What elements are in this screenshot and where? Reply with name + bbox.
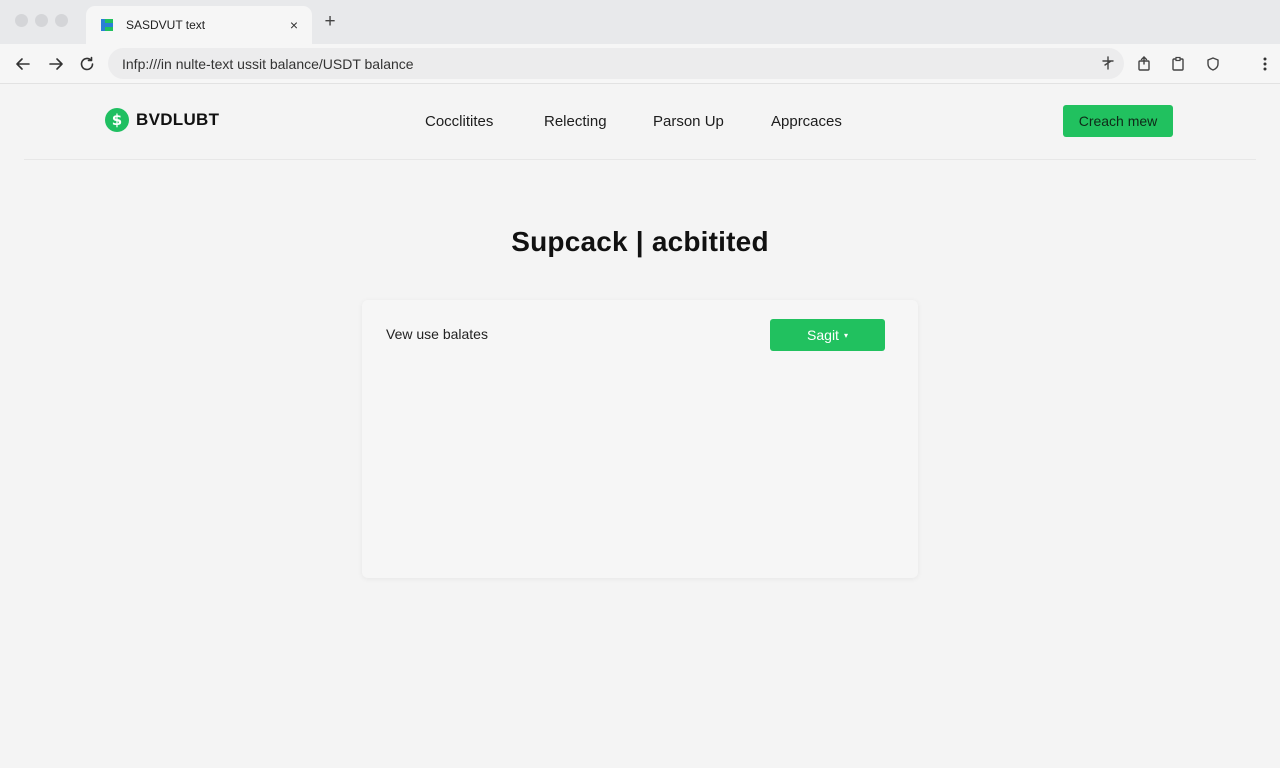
shield-icon[interactable] — [1204, 55, 1222, 73]
balance-card: Vew use balates Sagit ▾ — [362, 300, 918, 578]
share-icon[interactable] — [1135, 55, 1153, 73]
nav-link-1[interactable]: Cocclitites — [425, 113, 493, 130]
reload-icon[interactable] — [76, 53, 98, 75]
logo-text: BVDLUBT — [136, 110, 220, 129]
nav-link-4[interactable]: Apprсaces — [771, 113, 842, 130]
site-favicon-icon — [100, 18, 114, 32]
select-button-label: Sagit — [807, 327, 839, 343]
new-tab-icon[interactable]: + — [320, 12, 340, 32]
window-maximize-dot[interactable] — [55, 14, 68, 27]
nav-link-3[interactable]: Parson Up — [653, 113, 724, 130]
address-bar[interactable]: Infp:///in nulte-text ussit balance/USDT… — [108, 48, 1124, 79]
browser-tab[interactable]: SASDVUT text × — [86, 6, 312, 44]
translate-icon[interactable] — [1100, 55, 1116, 76]
back-arrow-icon[interactable] — [12, 53, 34, 75]
create-new-button[interactable]: Creach mew — [1063, 105, 1173, 137]
window-close-dot[interactable] — [15, 14, 28, 27]
browser-toolbar: Infp:///in nulte-text ussit balance/USDT… — [0, 44, 1280, 84]
page-title: Supcack | acbitited — [511, 226, 769, 257]
forward-arrow-icon[interactable] — [45, 53, 67, 75]
balance-label: Vew use balates — [386, 326, 488, 342]
more-menu-icon[interactable] — [1256, 55, 1274, 73]
clipboard-icon[interactable] — [1169, 55, 1187, 73]
chevron-down-icon: ▾ — [843, 330, 848, 340]
select-dropdown-button[interactable]: Sagit ▾ — [770, 319, 885, 351]
dollar-logo-icon: $ — [105, 108, 129, 132]
browser-tabbar: SASDVUT text × + — [0, 0, 1280, 44]
site-logo[interactable]: $ BVDLUBT — [105, 108, 219, 132]
nav-link-2[interactable]: Relecting — [544, 113, 607, 130]
window-minimize-dot[interactable] — [35, 14, 48, 27]
tab-close-icon[interactable]: × — [286, 17, 302, 33]
tab-title: SASDVUT text — [126, 18, 206, 32]
site-header: $ BVDLUBT Cocclitites Relecting Parson U… — [24, 84, 1256, 160]
address-url[interactable]: Infp:///in nulte-text ussit balance/USDT… — [122, 56, 414, 72]
